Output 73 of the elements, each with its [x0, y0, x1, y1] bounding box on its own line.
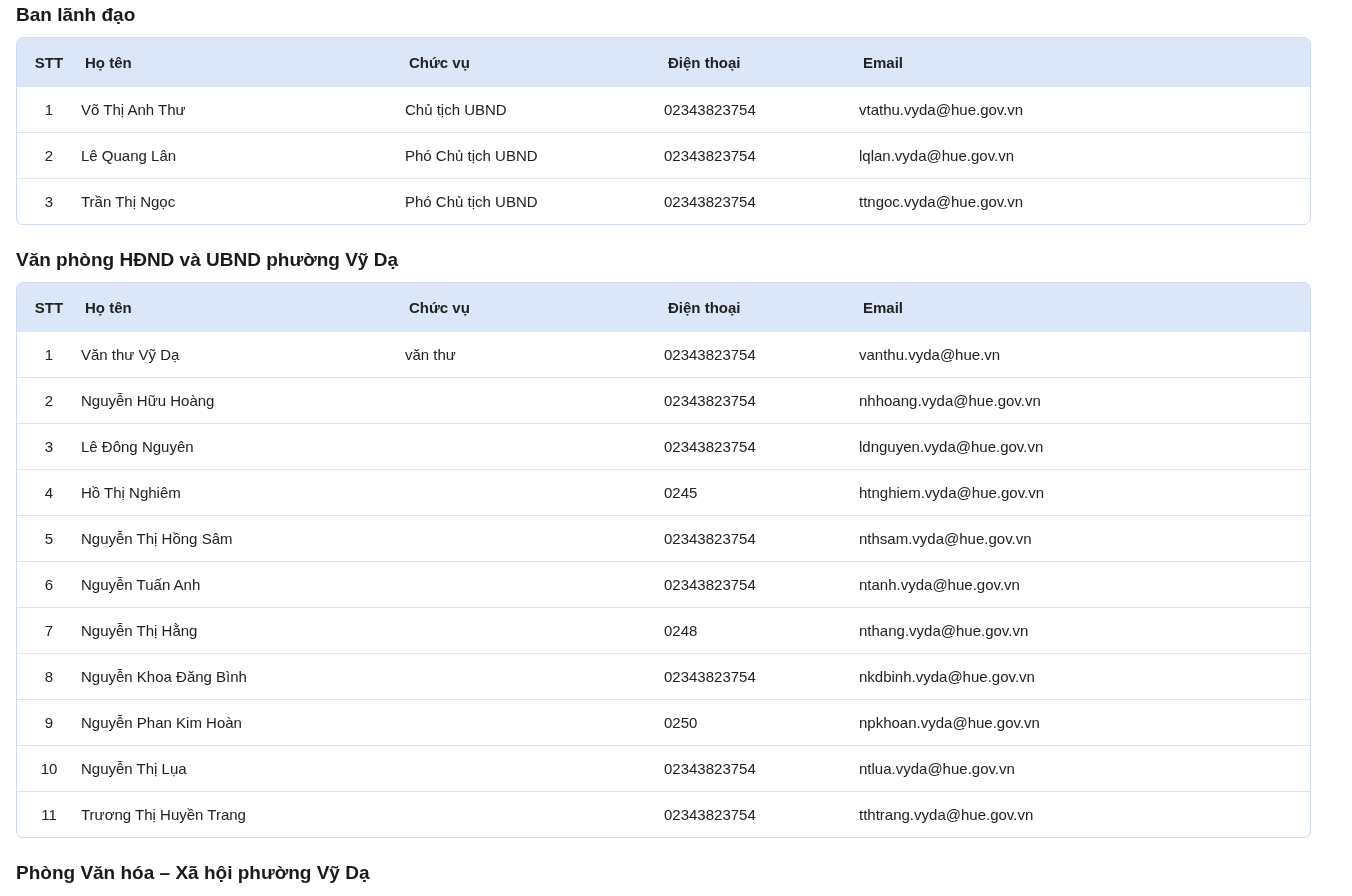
table-cell: 9 — [44, 714, 54, 731]
table-cell: 02343823754 — [664, 576, 756, 593]
table-cell: Trần Thị Ngọc — [81, 193, 176, 210]
column-header: Điện thoại — [668, 298, 741, 316]
table-cell: 0248 — [664, 622, 698, 639]
table-cell: Chủ tịch UBND — [405, 101, 507, 118]
table-cell: Trương Thị Huyền Trang — [81, 806, 246, 823]
table-cell: 10 — [40, 760, 58, 777]
table-cell: Lê Đông Nguyên — [81, 438, 194, 455]
table-cell: Nguyễn Thị Hằng — [81, 622, 198, 639]
table-cell: 11 — [41, 806, 57, 823]
table-cell: Võ Thị Anh Thư — [81, 101, 186, 118]
table-cell: ldnguyen.vyda@hue.gov.vn — [859, 438, 1044, 455]
table-cell: 02343823754 — [664, 806, 756, 823]
table-cell: Nguyễn Hữu Hoàng — [81, 392, 215, 409]
column-header: Email — [863, 53, 904, 71]
table-cell: 02343823754 — [664, 760, 756, 777]
table-cell: Phó Chủ tịch UBND — [405, 147, 538, 164]
table-cell: 02343823754 — [664, 346, 756, 363]
table-cell: lqlan.vyda@hue.gov.vn — [859, 147, 1015, 164]
table-cell: 0250 — [664, 714, 698, 731]
table-cell: 3 — [44, 438, 54, 455]
table-cell: Hồ Thị Nghiêm — [81, 484, 181, 501]
table-cell: ntanh.vyda@hue.gov.vn — [859, 576, 1020, 593]
table-cell: Phó Chủ tịch UBND — [405, 193, 538, 210]
table-cell: 02343823754 — [664, 438, 756, 455]
table-cell: 02343823754 — [664, 668, 756, 685]
table-cell: 2 — [44, 392, 54, 409]
column-header: Họ tên — [85, 53, 132, 71]
table-cell: nthsam.vyda@hue.gov.vn — [859, 530, 1032, 547]
table-cell: 02343823754 — [664, 392, 756, 409]
column-header: Email — [863, 298, 904, 316]
table-cell: 02343823754 — [664, 193, 756, 210]
table-cell: ttngoc.vyda@hue.gov.vn — [859, 193, 1024, 210]
table-cell: ntlua.vyda@hue.gov.vn — [859, 760, 1015, 777]
section-heading: Phòng Văn hóa – Xã hội phường Vỹ Dạ — [16, 861, 371, 885]
table-cell: 1 — [44, 101, 54, 118]
table-cell: vtathu.vyda@hue.gov.vn — [859, 101, 1024, 118]
table-cell: 8 — [44, 668, 54, 685]
table-cell: npkhoan.vyda@hue.gov.vn — [859, 714, 1040, 731]
table-cell: Văn thư Vỹ Dạ — [81, 346, 180, 363]
table-cell: 6 — [44, 576, 54, 593]
table-cell: nhhoang.vyda@hue.gov.vn — [859, 392, 1041, 409]
column-header: STT — [34, 53, 64, 71]
section-heading: Văn phòng HĐND và UBND phường Vỹ Dạ — [16, 248, 399, 272]
column-header: Họ tên — [85, 298, 132, 316]
table-cell: 4 — [44, 484, 54, 501]
table-cell: 3 — [44, 193, 54, 210]
table-cell: 02343823754 — [664, 101, 756, 118]
table-cell: 2 — [44, 147, 54, 164]
section-heading: Ban lãnh đạo — [16, 3, 137, 27]
column-header: Chức vụ — [409, 53, 470, 71]
table-cell: Nguyễn Thị Lụa — [81, 760, 187, 777]
column-header: STT — [34, 298, 64, 316]
table-cell: 5 — [44, 530, 54, 547]
table-cell: 1 — [44, 346, 54, 363]
table-cell: văn thư — [405, 346, 456, 363]
table-cell: 0245 — [664, 484, 698, 501]
table-cell: nkdbinh.vyda@hue.gov.vn — [859, 668, 1035, 685]
table-cell: nthang.vyda@hue.gov.vn — [859, 622, 1029, 639]
table-cell: 02343823754 — [664, 147, 756, 164]
table-cell: Lê Quang Lân — [81, 147, 177, 164]
table-cell: tthtrang.vyda@hue.gov.vn — [859, 806, 1034, 823]
table-cell: 7 — [44, 622, 54, 639]
table-cell: Nguyễn Thị Hồng Sâm — [81, 530, 233, 547]
table-cell: Nguyễn Phan Kim Hoàn — [81, 714, 242, 731]
column-header: Chức vụ — [409, 298, 470, 316]
table-cell: Nguyễn Khoa Đăng Bình — [81, 668, 247, 685]
column-header: Điện thoại — [668, 53, 741, 71]
table-cell: Nguyễn Tuấn Anh — [81, 576, 201, 593]
table-cell: vanthu.vyda@hue.vn — [859, 346, 1001, 363]
table-cell: 02343823754 — [664, 530, 756, 547]
table-cell: htnghiem.vyda@hue.gov.vn — [859, 484, 1045, 501]
